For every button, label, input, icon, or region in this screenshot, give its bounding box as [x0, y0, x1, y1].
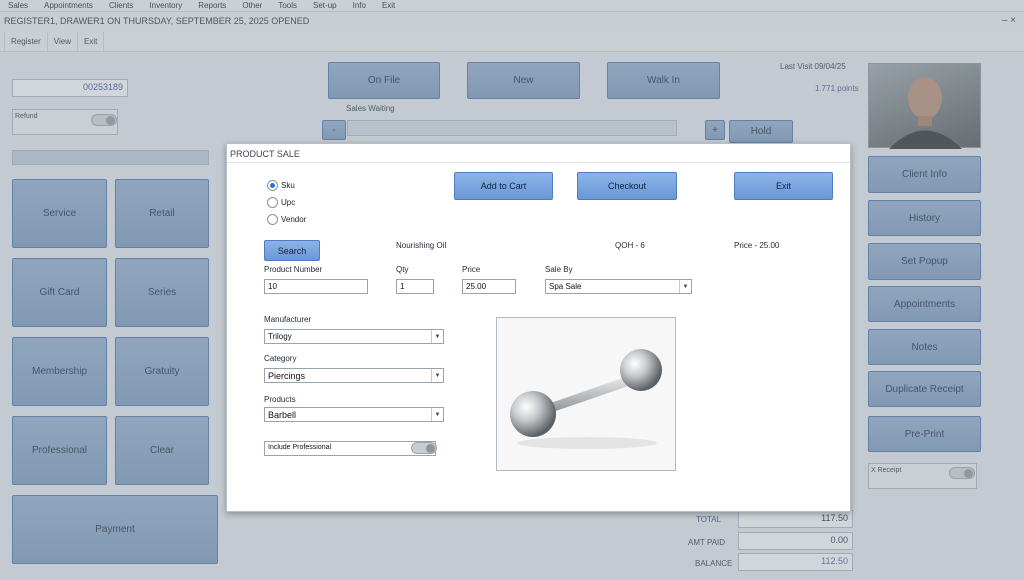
- product-number-label: Product Number: [264, 265, 323, 274]
- manufacturer-select[interactable]: Trilogy ▼: [264, 329, 444, 344]
- include-professional-label: Include Professional: [268, 444, 332, 451]
- add-to-cart-button[interactable]: Add to Cart: [454, 172, 553, 200]
- products-value: Barbell: [268, 410, 297, 420]
- product-number-field[interactable]: 10: [264, 279, 368, 294]
- price-field[interactable]: 25.00: [462, 279, 516, 294]
- search-button[interactable]: Search: [264, 240, 320, 261]
- product-name-text: Nourishing Oil: [396, 241, 447, 250]
- title-divider: [227, 162, 850, 163]
- sale-by-label: Sale By: [545, 265, 573, 274]
- products-select[interactable]: Barbell ▼: [264, 407, 444, 422]
- category-label: Category: [264, 354, 297, 363]
- manufacturer-label: Manufacturer: [264, 315, 312, 324]
- radio-upc-label: Upc: [281, 198, 296, 207]
- chevron-down-icon: ▼: [431, 408, 443, 421]
- qty-field[interactable]: 1: [396, 279, 434, 294]
- dialog-title: PRODUCT SALE: [230, 149, 300, 159]
- radio-sku[interactable]: Sku: [267, 180, 295, 191]
- qoh-text: QOH - 6: [615, 241, 645, 250]
- chevron-down-icon: ▼: [679, 280, 691, 293]
- sale-by-select[interactable]: Spa Sale ▼: [545, 279, 692, 294]
- qty-label: Qty: [396, 265, 409, 274]
- exit-button[interactable]: Exit: [734, 172, 833, 200]
- category-value: Piercings: [268, 371, 306, 381]
- chevron-down-icon: ▼: [431, 369, 443, 382]
- product-sale-dialog: PRODUCT SALE Sku Upc Vendor Add to Cart …: [226, 143, 851, 512]
- manufacturer-value: Trilogy: [268, 332, 292, 341]
- radio-sku-label: Sku: [281, 181, 295, 190]
- price-text: Price - 25.00: [734, 241, 780, 250]
- products-label: Products: [264, 395, 296, 404]
- sale-by-value: Spa Sale: [549, 282, 582, 291]
- radio-vendor-label: Vendor: [281, 215, 307, 224]
- chevron-down-icon: ▼: [431, 330, 443, 343]
- product-image: [496, 317, 676, 471]
- include-professional-panel: Include Professional: [264, 441, 437, 456]
- radio-upc[interactable]: Upc: [267, 197, 295, 208]
- category-select[interactable]: Piercings ▼: [264, 368, 444, 383]
- barbell-icon: [510, 349, 662, 449]
- include-professional-toggle[interactable]: [411, 442, 437, 454]
- checkout-button[interactable]: Checkout: [577, 172, 677, 200]
- radio-vendor[interactable]: Vendor: [267, 214, 306, 225]
- price-label: Price: [462, 265, 481, 274]
